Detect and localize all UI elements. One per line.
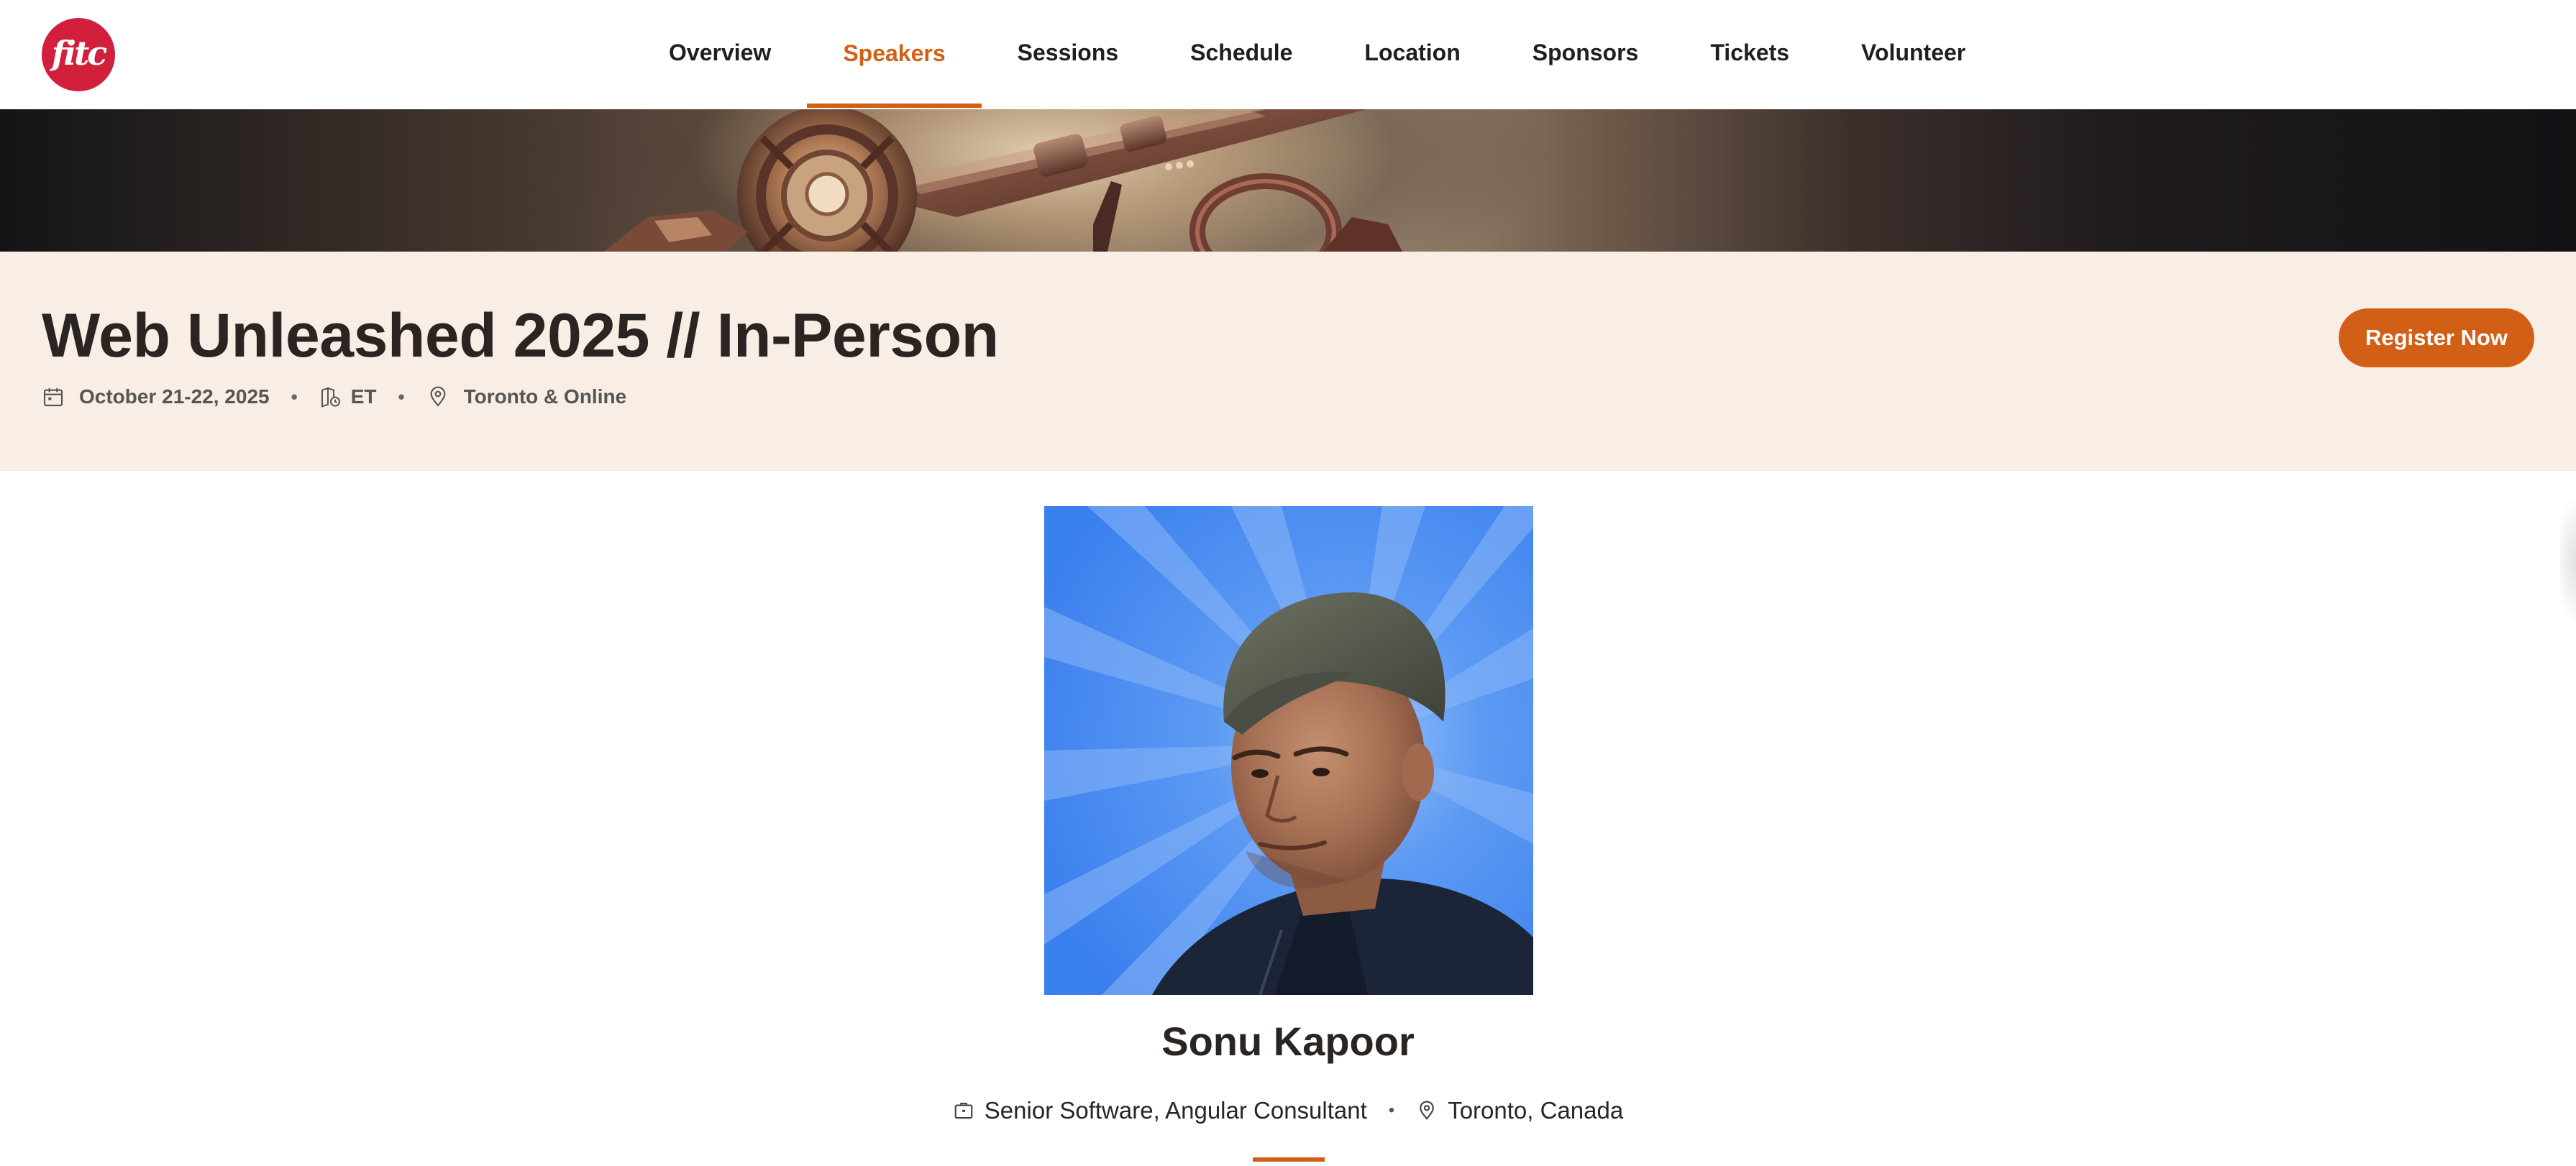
speaker-portrait-image (1044, 506, 1533, 995)
main-nav: Overview Speakers Sessions Schedule Loca… (633, 0, 2001, 108)
speaker-title: Senior Software, Angular Consultant (984, 1097, 1367, 1124)
event-date: October 21-22, 2025 (79, 385, 270, 408)
map-pin-icon (426, 385, 449, 408)
speaker-meta: Senior Software, Angular Consultant • To… (0, 1097, 2576, 1124)
side-panel-shadow (2560, 496, 2576, 625)
nav-item-location[interactable]: Location (1328, 0, 1496, 105)
event-meta: October 21-22, 2025 • ET • Toronto & Onl… (42, 382, 626, 411)
event-location: Toronto & Online (463, 385, 627, 408)
nav-item-volunteer[interactable]: Volunteer (1825, 0, 2001, 105)
logo-text: fitc (51, 34, 108, 73)
nav-item-sponsors[interactable]: Sponsors (1497, 0, 1675, 105)
meta-separator: • (398, 385, 405, 408)
nav-item-overview[interactable]: Overview (633, 0, 807, 105)
event-info-band: Web Unleashed 2025 // In-Person October … (0, 252, 2576, 471)
nav-item-speakers[interactable]: Speakers (807, 0, 982, 108)
hero-machine-artwork (604, 109, 1402, 252)
fitc-logo[interactable]: fitc (42, 18, 115, 91)
timezone-icon (319, 385, 342, 408)
event-title: Web Unleashed 2025 // In-Person (42, 301, 999, 370)
register-now-button[interactable]: Register Now (2339, 308, 2534, 367)
speaker-name: Sonu Kapoor (1161, 1019, 1415, 1064)
event-timezone: ET (350, 385, 377, 408)
hero-banner (0, 109, 2576, 252)
top-nav: fitc Overview Speakers Sessions Schedule… (0, 0, 2576, 109)
nav-item-tickets[interactable]: Tickets (1674, 0, 1825, 105)
meta-separator: • (1388, 1101, 1395, 1120)
nav-item-sessions[interactable]: Sessions (982, 0, 1155, 105)
accent-divider (1253, 1157, 1325, 1162)
nav-item-schedule[interactable]: Schedule (1154, 0, 1328, 105)
speaker-location: Toronto, Canada (1448, 1097, 1624, 1124)
briefcase-icon (953, 1100, 974, 1121)
calendar-icon (42, 385, 65, 408)
meta-separator: • (291, 385, 298, 408)
speaker-photo (1044, 506, 1533, 995)
map-pin-icon (1416, 1100, 1438, 1121)
